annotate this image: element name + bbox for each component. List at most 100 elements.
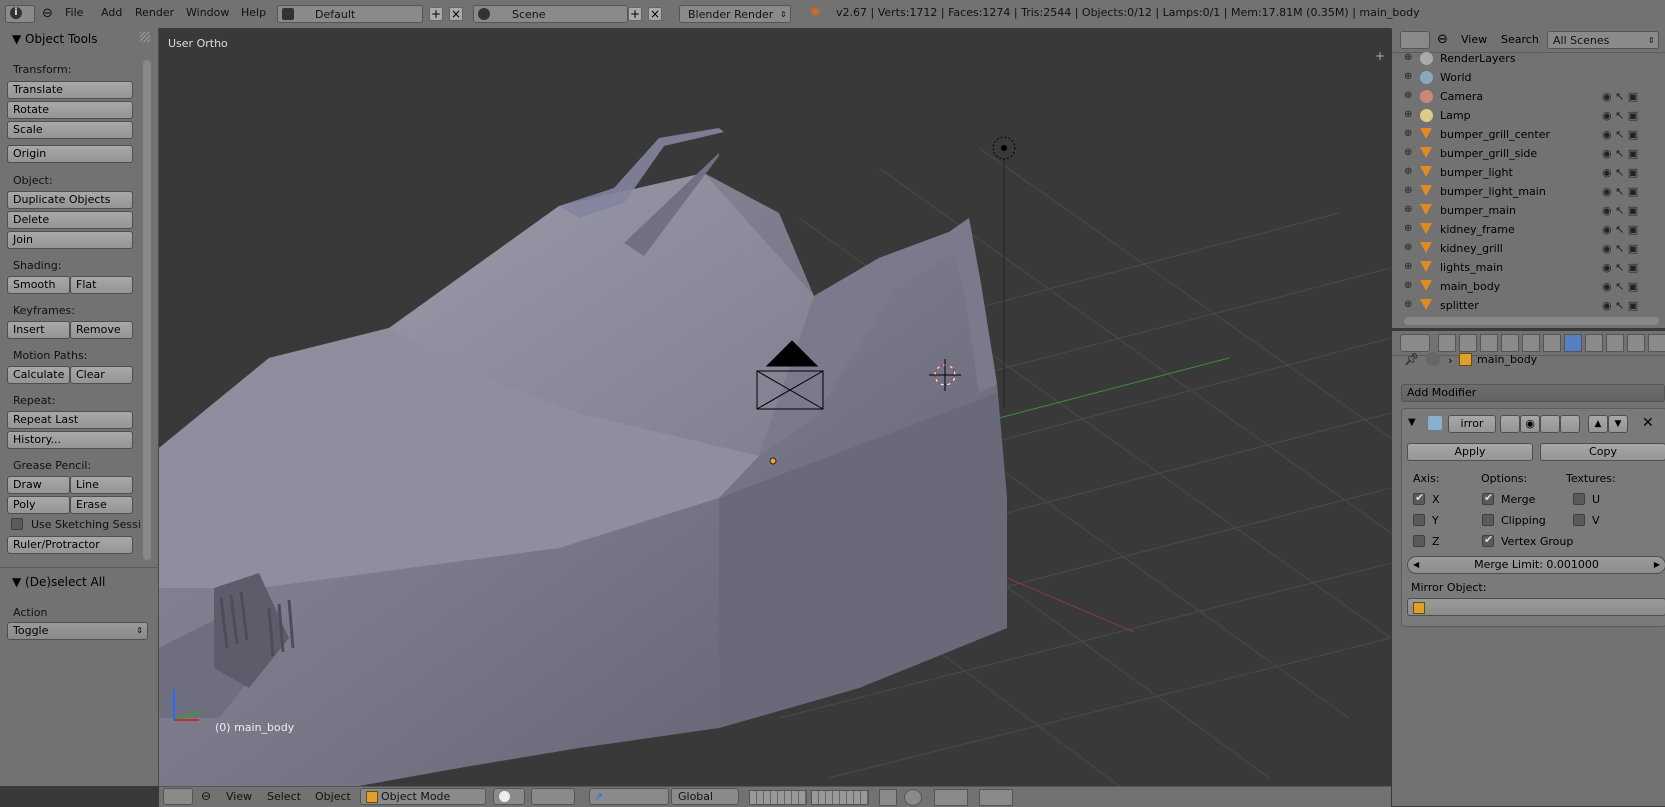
render-engine-selector[interactable]: Blender Render ⇕ [679, 5, 791, 23]
delete-button[interactable]: Delete [7, 211, 133, 229]
visibility-toggles[interactable]: ◉ ↖ ▣ [1602, 109, 1638, 122]
menu-file[interactable]: File [65, 6, 83, 19]
menu-add[interactable]: Add [101, 6, 122, 19]
apply-button[interactable]: Apply [1407, 443, 1533, 461]
info-editor-type-button[interactable]: i [5, 5, 35, 23]
remove-layout-icon[interactable]: × [449, 7, 463, 21]
copy-button[interactable]: Copy [1540, 443, 1665, 461]
outliner-row-camera[interactable]: ⊕ Camera ◉ ↖ ▣ [1392, 87, 1665, 107]
properties-toggle-icon[interactable]: + [1375, 49, 1385, 63]
axis-y-checkbox[interactable] [1413, 514, 1425, 526]
expand-icon[interactable]: ⊕ [1404, 186, 1414, 196]
move-up-icon[interactable]: ▲ [1588, 415, 1608, 433]
scale-button[interactable]: Scale [7, 121, 133, 139]
visibility-toggles[interactable]: ◉ ↖ ▣ [1602, 299, 1638, 312]
manipulator-buttons[interactable]: ↗ [589, 788, 669, 805]
pin-icon[interactable]: 📌︎ [1404, 352, 1419, 366]
outliner-row-bumper-light-main[interactable]: ⊕ bumper_light_main ◉ ↖ ▣ [1392, 182, 1665, 202]
origin-button[interactable]: Origin [7, 145, 133, 163]
tab-render-layers-icon[interactable] [1459, 334, 1477, 352]
expand-icon[interactable]: ⊕ [1404, 262, 1414, 272]
tab-modifiers-icon[interactable] [1564, 334, 1582, 352]
ruler-protractor-button[interactable]: Ruler/Protractor [7, 536, 133, 554]
outliner-scrollbar[interactable] [1404, 317, 1659, 325]
screen-layout-selector[interactable]: Default [277, 5, 423, 23]
expand-icon[interactable]: ⊕ [1404, 205, 1414, 215]
join-button[interactable]: Join [7, 231, 133, 249]
move-down-icon[interactable]: ▼ [1608, 415, 1628, 433]
proportional-edit-icon[interactable] [904, 789, 922, 806]
expand-icon[interactable]: ⊕ [1404, 72, 1414, 82]
tab-world-icon[interactable] [1501, 334, 1519, 352]
translate-manipulator-icon[interactable]: ↗ [594, 789, 603, 804]
object-tools-panel-header[interactable]: ▼ Object Tools [12, 32, 98, 46]
outliner-row-world[interactable]: ⊕ World [1392, 68, 1665, 88]
menu-help[interactable]: Help [241, 6, 266, 19]
use-sketching-checkbox[interactable] [11, 518, 23, 530]
expand-icon[interactable]: ⊕ [1404, 281, 1414, 291]
render-buttons-icon[interactable] [979, 789, 1013, 806]
outliner-row-kidney-grill[interactable]: ⊕ kidney_grill ◉ ↖ ▣ [1392, 239, 1665, 259]
expand-icon[interactable]: ⊕ [1404, 53, 1414, 63]
visibility-toggles[interactable]: ◉ ↖ ▣ [1602, 90, 1638, 103]
add-modifier-dropdown[interactable]: Add Modifier [1401, 384, 1665, 402]
visibility-toggles[interactable]: ◉ ↖ ▣ [1602, 261, 1638, 274]
action-dropdown[interactable]: Toggle ⇕ [7, 622, 148, 640]
expand-icon[interactable]: ⊕ [1404, 110, 1414, 120]
outliner-row-bumper-grill-side[interactable]: ⊕ bumper_grill_side ◉ ↖ ▣ [1392, 144, 1665, 164]
collapse-menu-icon[interactable]: ⊖ [42, 6, 53, 21]
properties-editor-type-button[interactable] [1400, 334, 1430, 352]
axis-z-checkbox[interactable] [1413, 535, 1425, 547]
translate-button[interactable]: Translate [7, 81, 133, 99]
modifier-name-field[interactable]: irror [1448, 415, 1496, 433]
clipping-checkbox[interactable] [1482, 514, 1494, 526]
expand-triangle-icon[interactable]: ▼ [1408, 417, 1416, 428]
tab-constraints-icon[interactable] [1543, 334, 1561, 352]
visibility-toggles[interactable]: ◉ ↖ ▣ [1602, 204, 1638, 217]
outliner-row-bumper-grill-center[interactable]: ⊕ bumper_grill_center ◉ ↖ ▣ [1392, 125, 1665, 145]
scene-selector[interactable]: Scene [473, 5, 628, 23]
tab-scene-icon[interactable] [1480, 334, 1498, 352]
visibility-toggles[interactable]: ◉ ↖ ▣ [1602, 128, 1638, 141]
outliner-row-splitter[interactable]: ⊕ splitter ◉ ↖ ▣ [1392, 296, 1665, 314]
tab-data-icon[interactable] [1585, 334, 1603, 352]
expand-icon[interactable]: ⊕ [1404, 300, 1414, 310]
cage-toggle-icon[interactable] [1560, 415, 1580, 433]
outliner-display-mode-selector[interactable]: All Scenes ⇕ [1547, 31, 1659, 49]
add-scene-icon[interactable]: + [628, 7, 642, 21]
expand-icon[interactable]: ⊕ [1404, 243, 1414, 253]
tab-object-icon[interactable] [1522, 334, 1540, 352]
transform-orientation-selector[interactable]: Global [671, 788, 739, 805]
rotate-button[interactable]: Rotate [7, 101, 133, 119]
expand-icon[interactable]: ⊕ [1404, 167, 1414, 177]
3dview-editor-type-button[interactable] [163, 788, 193, 805]
history-button[interactable]: History... [7, 431, 133, 449]
view-menu[interactable]: View [226, 790, 252, 803]
grease-draw-button[interactable]: Draw [7, 476, 70, 494]
tab-material-icon[interactable] [1606, 334, 1624, 352]
lock-layers-icon[interactable] [879, 789, 897, 806]
expand-icon[interactable]: ⊕ [1404, 91, 1414, 101]
outliner-view-menu[interactable]: View [1461, 33, 1487, 46]
remove-modifier-icon[interactable]: ✕ [1642, 415, 1654, 431]
layer-buttons[interactable] [749, 790, 807, 805]
grease-erase-button[interactable]: Erase [70, 496, 133, 514]
flat-button[interactable]: Flat [70, 276, 133, 294]
tool-shelf-scrollbar[interactable] [143, 60, 151, 560]
vertex-group-checkbox[interactable] [1482, 533, 1494, 547]
expand-icon[interactable]: ⊕ [1404, 148, 1414, 158]
select-menu[interactable]: Select [267, 790, 301, 803]
3d-viewport[interactable]: User Ortho (0) main_body + [159, 28, 1391, 786]
outliner-row-bumper-light[interactable]: ⊕ bumper_light ◉ ↖ ▣ [1392, 163, 1665, 183]
remove-scene-icon[interactable]: × [648, 7, 662, 21]
menu-window[interactable]: Window [186, 6, 229, 19]
visibility-toggles[interactable]: ◉ ↖ ▣ [1602, 166, 1638, 179]
outliner-search-menu[interactable]: Search [1501, 33, 1539, 46]
viewport-eye-icon[interactable]: ◉ [1520, 415, 1540, 433]
render-toggle-icon[interactable] [1500, 415, 1520, 433]
visibility-toggles[interactable]: ◉ ↖ ▣ [1602, 280, 1638, 293]
insert-keyframe-button[interactable]: Insert [7, 321, 70, 339]
pivot-point-selector[interactable] [531, 788, 575, 805]
outliner-row-main-body[interactable]: ⊕ main_body ◉ ↖ ▣ [1392, 277, 1665, 297]
increment-arrow-icon[interactable]: ▶ [1654, 557, 1660, 573]
